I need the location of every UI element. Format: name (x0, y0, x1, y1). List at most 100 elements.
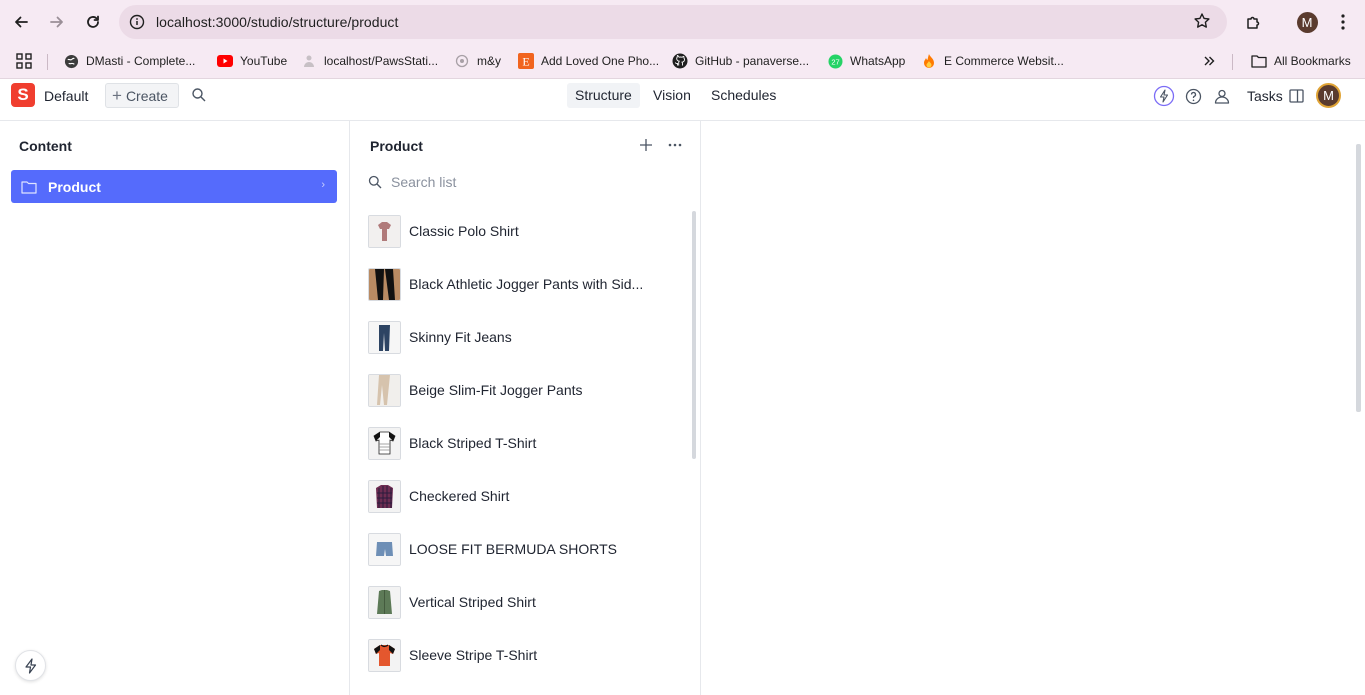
workspace-name[interactable]: Default (44, 88, 88, 104)
bookmark-youtube[interactable]: YouTube (217, 52, 287, 70)
list-item-title: Sleeve Stripe T-Shirt (409, 647, 538, 663)
svg-text:27: 27 (831, 57, 839, 66)
bookmarks-divider (47, 54, 48, 70)
whatsapp-icon: 27 (827, 53, 843, 69)
product-thumbnail (368, 214, 401, 248)
list-item[interactable]: Vertical Striped Shirt (368, 582, 684, 622)
search-icon (368, 175, 382, 189)
bookmark-pawsstation[interactable]: localhost/PawsStati... (301, 52, 438, 70)
list-item[interactable]: Classic Polo Shirt (368, 211, 684, 251)
content-item-product[interactable]: Product › (11, 170, 337, 203)
search-icon[interactable] (191, 87, 207, 103)
reload-icon (87, 15, 99, 28)
studio-logo[interactable]: S (11, 83, 35, 107)
bookmark-ecommerce[interactable]: E Commerce Websit... (921, 52, 1064, 70)
github-icon (672, 53, 688, 69)
bookmarks-overflow-button[interactable] (1203, 52, 1215, 70)
list-item[interactable]: Skinny Fit Jeans (368, 317, 684, 357)
studio-navbar: S Default + Create Structure Vision Sche… (0, 80, 1365, 121)
list-item[interactable]: Black Athletic Jogger Pants with Sid... (368, 264, 684, 304)
product-thumbnail (368, 638, 401, 672)
list-item-title: Vertical Striped Shirt (409, 594, 536, 610)
address-bar[interactable]: localhost:3000/studio/structure/product (119, 5, 1227, 39)
list-item-title: Classic Polo Shirt (409, 223, 519, 239)
list-item[interactable]: Checkered Shirt (368, 476, 684, 516)
apps-grid-icon (16, 53, 32, 69)
create-button[interactable]: + Create (105, 83, 179, 108)
etsy-icon: E (518, 53, 534, 69)
all-bookmarks-button[interactable]: All Bookmarks (1251, 52, 1351, 70)
add-document-button[interactable] (636, 135, 656, 155)
list-item[interactable]: Sleeve Stripe T-Shirt (368, 635, 684, 675)
tab-structure[interactable]: Structure (567, 83, 640, 108)
content-pane: Content Product › (0, 121, 350, 695)
list-item-title: Beige Slim-Fit Jogger Pants (409, 382, 583, 398)
bookmarks-bar: DMasti - Complete... YouTube localhost/P… (0, 44, 1365, 79)
profile-avatar: M (1296, 11, 1318, 33)
product-thumbnail (368, 373, 401, 407)
product-thumbnail (368, 532, 401, 566)
product-thumbnail (368, 479, 401, 513)
list-item-title: Checkered Shirt (409, 488, 510, 504)
bookmark-whatsapp[interactable]: 27 WhatsApp (827, 52, 905, 70)
chevron-double-right-icon (1204, 56, 1215, 66)
svg-text:E: E (522, 55, 529, 69)
content-pane-title: Content (19, 138, 72, 154)
dev-tools-bolt-button[interactable] (15, 650, 46, 681)
plus-icon (640, 139, 652, 151)
bookmark-github[interactable]: GitHub - panaverse... (672, 52, 809, 70)
list-item-title: Black Athletic Jogger Pants with Sid... (409, 276, 644, 292)
bookmark-star-icon[interactable] (1193, 12, 1213, 32)
list-item-title: LOOSE FIT BERMUDA SHORTS (409, 541, 617, 557)
kebab-menu-icon (1341, 14, 1345, 30)
list-pane-title: Product (370, 138, 423, 154)
bolt-status-icon[interactable] (1153, 85, 1175, 107)
back-button[interactable] (8, 9, 34, 35)
bookmark-my[interactable]: m&y (454, 52, 501, 70)
folder-icon (21, 180, 37, 194)
product-thumbnail (368, 320, 401, 354)
help-icon[interactable] (1182, 85, 1204, 107)
site-info-icon[interactable] (127, 12, 147, 32)
plus-icon: + (112, 86, 122, 105)
reload-button[interactable] (80, 9, 106, 35)
list-item-title: Skinny Fit Jeans (409, 329, 512, 345)
browser-menu-button[interactable] (1331, 10, 1355, 34)
product-thumbnail (368, 585, 401, 619)
apps-button[interactable] (16, 52, 32, 70)
bookmarks-divider-right (1232, 54, 1233, 70)
tab-vision[interactable]: Vision (645, 83, 699, 108)
bookmark-add-loved-one[interactable]: E Add Loved One Pho... (518, 52, 659, 70)
more-horizontal-icon (668, 143, 682, 147)
panel-toggle-icon[interactable] (1285, 85, 1307, 107)
paws-icon (301, 53, 317, 69)
chevron-right-icon: › (321, 179, 325, 191)
list-item[interactable]: LOOSE FIT BERMUDA SHORTS (368, 529, 684, 569)
presence-icon[interactable] (1211, 85, 1233, 107)
extensions-icon[interactable] (1242, 10, 1266, 34)
globe-icon (63, 53, 79, 69)
list-item[interactable]: Black Striped T-Shirt (368, 423, 684, 463)
list-scrollbar[interactable] (692, 211, 696, 459)
profile-button[interactable]: M (1295, 10, 1319, 34)
arrow-left-icon (15, 16, 28, 28)
content-item-label: Product (48, 178, 101, 195)
user-avatar[interactable]: M (1316, 83, 1341, 108)
page-scrollbar[interactable] (1356, 144, 1361, 412)
my-icon (454, 53, 470, 69)
list-menu-button[interactable] (665, 135, 685, 155)
bookmark-dmasti[interactable]: DMasti - Complete... (63, 52, 195, 70)
search-list-input[interactable]: Search list (368, 174, 456, 190)
tab-schedules[interactable]: Schedules (703, 83, 784, 108)
folder-icon (1251, 53, 1267, 69)
tasks-button[interactable]: Tasks (1247, 88, 1283, 104)
product-list-pane: Product Search list Classic Polo Shirt B… (350, 121, 701, 695)
bolt-icon (24, 657, 36, 674)
url-text[interactable]: localhost:3000/studio/structure/product (156, 14, 398, 30)
forward-button[interactable] (44, 9, 70, 35)
fire-icon (921, 53, 937, 69)
product-thumbnail (368, 267, 401, 301)
list-item-title: Black Striped T-Shirt (409, 435, 537, 451)
list-item[interactable]: Beige Slim-Fit Jogger Pants (368, 370, 684, 410)
document-pane-empty (701, 121, 1365, 695)
